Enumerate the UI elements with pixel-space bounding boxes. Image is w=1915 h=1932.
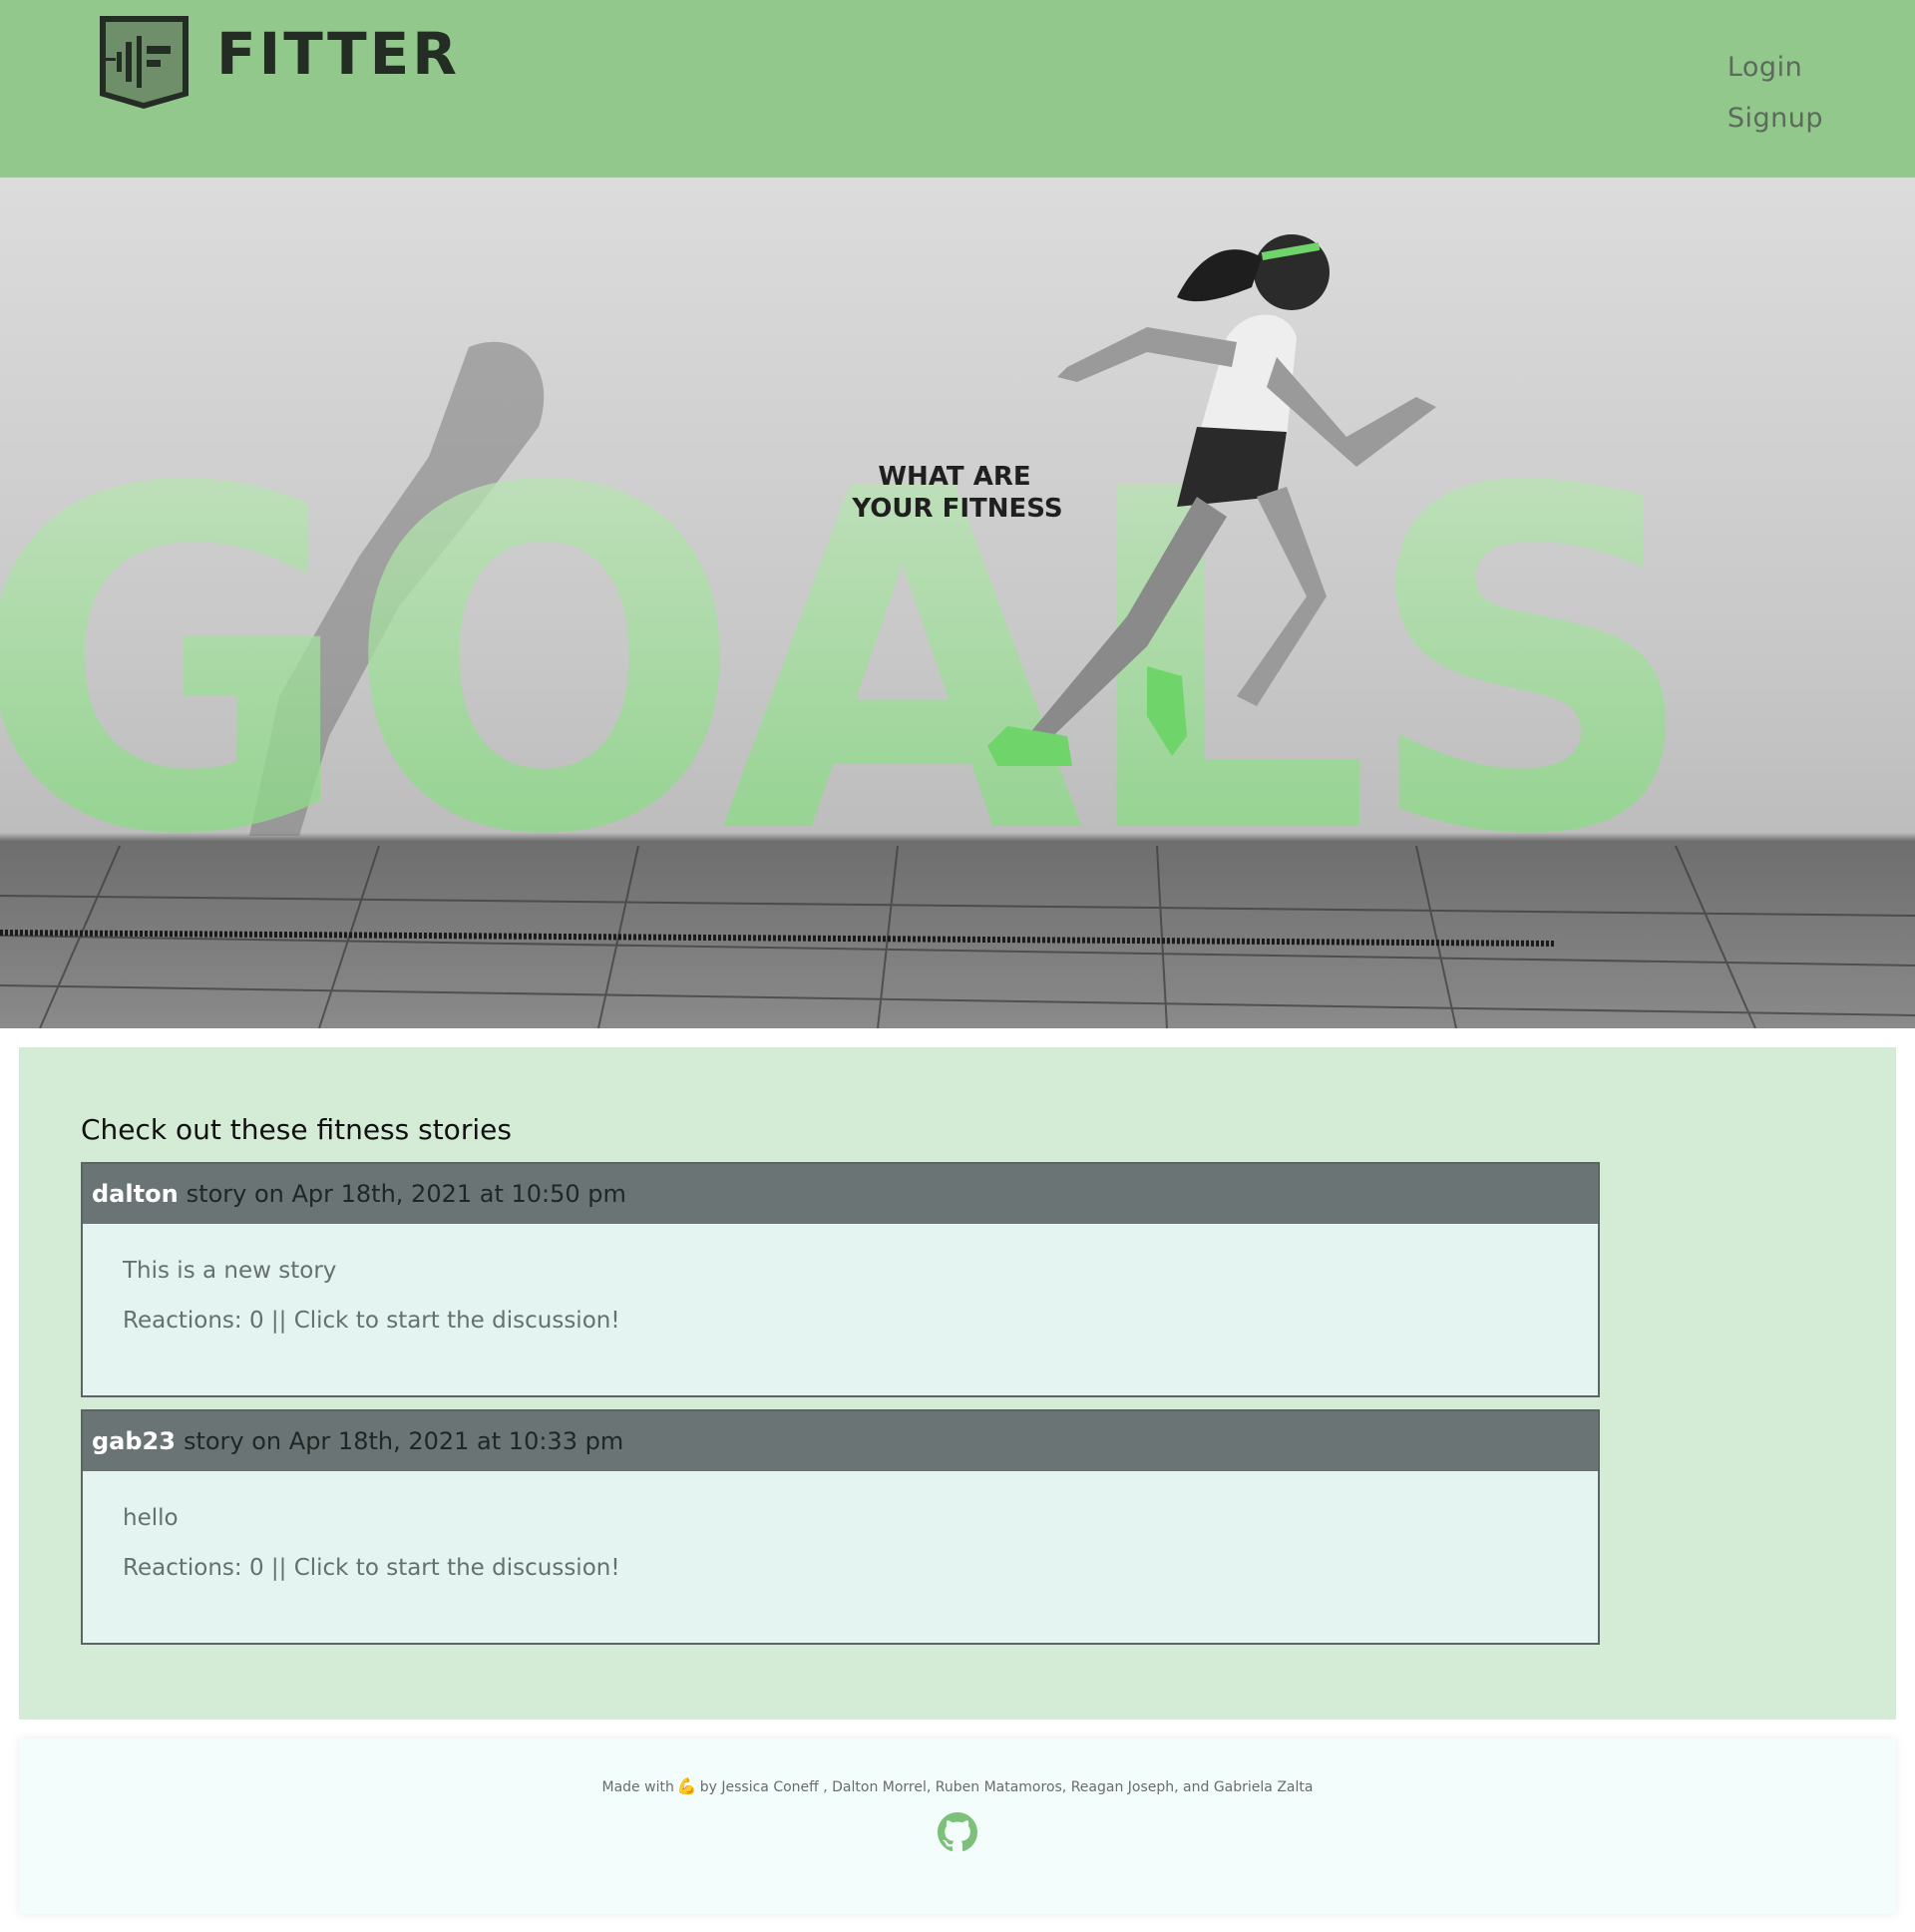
github-icon[interactable]	[938, 1812, 977, 1852]
brand-logo[interactable]: FITTER	[97, 14, 460, 110]
brand-name: FITTER	[216, 20, 460, 88]
stories-title: Check out these fitness stories	[81, 1113, 512, 1146]
site-footer: Made with 💪 by Jessica Coneff , Dalton Mor…	[19, 1739, 1896, 1914]
story-card[interactable]: dalton story on Apr 18th, 2021 at 10:50 …	[81, 1162, 1600, 1397]
site-header: FITTER Login Signup	[0, 0, 1915, 178]
login-link[interactable]: Login	[1727, 42, 1823, 93]
svg-text:GOALS: GOALS	[0, 391, 1690, 937]
hero-tagline-line1: WHAT ARE	[878, 462, 1030, 492]
shield-bars-logo-icon	[100, 16, 189, 109]
hero-tagline-line2: YOUR FITNESS	[851, 494, 1062, 524]
footer-credits: Made with 💪 by Jessica Coneff , Dalton Mor…	[19, 1776, 1896, 1795]
signup-link[interactable]: Signup	[1727, 93, 1823, 144]
stories-section: Check out these fitness stories dalton s…	[19, 1047, 1896, 1720]
story-meta: story on Apr 18th, 2021 at 10:33 pm	[183, 1427, 624, 1455]
story-author[interactable]: dalton	[92, 1180, 179, 1208]
goals-letters: GOALS	[0, 391, 1700, 937]
story-card-header: dalton story on Apr 18th, 2021 at 10:50 …	[83, 1164, 1598, 1224]
story-card-header: gab23 story on Apr 18th, 2021 at 10:33 p…	[83, 1411, 1598, 1471]
flexed-biceps-icon: 💪	[676, 1776, 697, 1795]
story-author[interactable]: gab23	[92, 1427, 176, 1455]
story-meta: story on Apr 18th, 2021 at 10:50 pm	[186, 1180, 626, 1208]
story-text: This is a new story	[123, 1258, 337, 1284]
story-reactions-link[interactable]: Reactions: 0 || Click to start the discu…	[123, 1555, 1598, 1581]
hero-image: GOALS WHAT ARE YOUR FITNESS	[0, 178, 1915, 1028]
story-reactions-link[interactable]: Reactions: 0 || Click to start the discu…	[123, 1308, 1598, 1334]
header-nav: Login Signup	[1727, 42, 1823, 144]
hero-banner: GOALS WHAT ARE YOUR FITNESS	[0, 178, 1915, 1028]
story-card-body: This is a new story Reactions: 0 || Clic…	[83, 1224, 1598, 1334]
story-card[interactable]: gab23 story on Apr 18th, 2021 at 10:33 p…	[81, 1409, 1600, 1645]
story-text: hello	[123, 1505, 179, 1531]
made-with-text: Made with	[601, 1779, 674, 1795]
story-card-body: hello Reactions: 0 || Click to start the…	[83, 1471, 1598, 1581]
authors-text: by Jessica Coneff , Dalton Morrel, Ruben…	[699, 1779, 1314, 1795]
